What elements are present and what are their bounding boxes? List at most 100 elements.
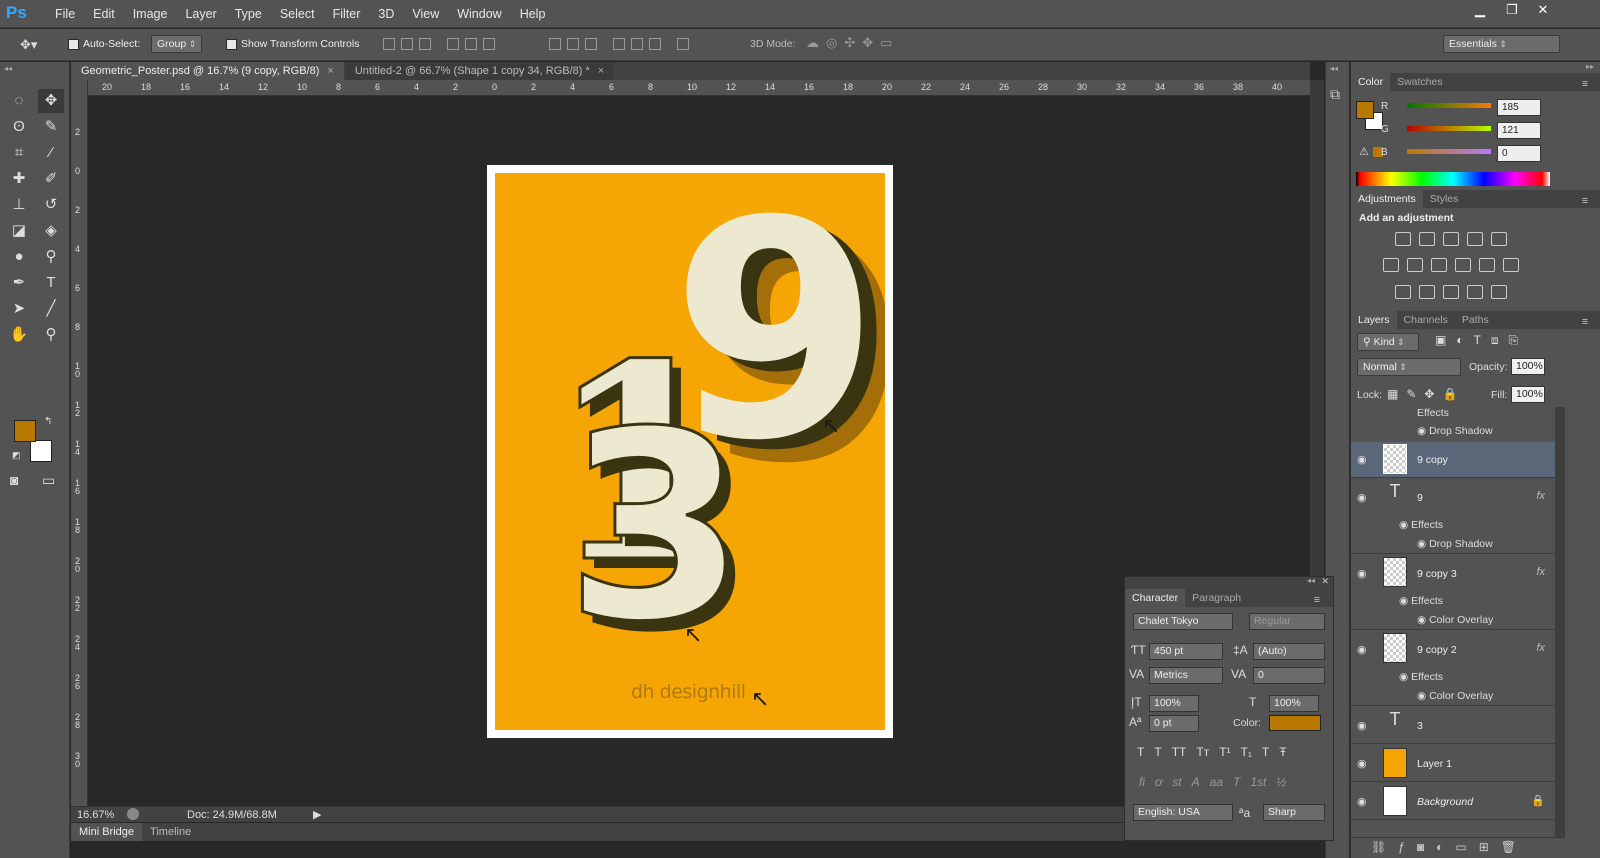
collapse-panels-icon[interactable]: ▸▸ bbox=[1586, 62, 1594, 71]
menu-file[interactable]: File bbox=[46, 0, 84, 28]
align-buttons[interactable] bbox=[380, 38, 498, 53]
layer-name[interactable]: 9 copy 2 bbox=[1417, 644, 1457, 656]
menu-filter[interactable]: Filter bbox=[324, 0, 370, 28]
vertical-scale-field[interactable]: 100% bbox=[1149, 695, 1199, 712]
lock-icons[interactable]: ▦✎✥🔒 bbox=[1387, 387, 1465, 401]
pen-tool-icon[interactable]: ✒ bbox=[6, 271, 32, 295]
menu-select[interactable]: Select bbox=[271, 0, 324, 28]
tab-styles[interactable]: Styles bbox=[1423, 190, 1466, 208]
dodge-tool-icon[interactable]: ⚲ bbox=[38, 245, 64, 269]
swap-colors-icon[interactable]: ↰ bbox=[44, 416, 52, 427]
collapse-toolbar-icon[interactable]: ◂◂ bbox=[4, 64, 12, 73]
menu-view[interactable]: View bbox=[403, 0, 448, 28]
red-value[interactable]: 185 bbox=[1497, 99, 1541, 116]
opentype-buttons[interactable]: ﬁ ơ st Aaa T 1st ½ bbox=[1139, 775, 1286, 789]
visibility-eye-icon[interactable]: ◉ bbox=[1357, 757, 1367, 770]
tab-channels[interactable]: Channels bbox=[1397, 311, 1455, 329]
photo-filter-icon[interactable] bbox=[1455, 258, 1471, 272]
green-value[interactable]: 121 bbox=[1497, 122, 1541, 139]
visibility-eye-icon[interactable]: ◉ bbox=[1357, 643, 1367, 656]
show-transform-checkbox[interactable]: Show Transform Controls bbox=[226, 38, 359, 50]
menu-3d[interactable]: 3D bbox=[369, 0, 403, 28]
top-effect-drop-shadow[interactable]: ◉ Drop Shadow bbox=[1417, 425, 1493, 437]
color-panel-menu-icon[interactable]: ≡ bbox=[1575, 75, 1595, 93]
effects-eye-icon[interactable]: ◉ bbox=[1399, 519, 1411, 531]
workspace-dropdown[interactable]: Essentials bbox=[1443, 35, 1560, 53]
color-balance-icon[interactable] bbox=[1407, 258, 1423, 272]
close-tab-icon[interactable]: × bbox=[327, 65, 333, 77]
tab-character[interactable]: Character bbox=[1125, 589, 1186, 607]
move-tool-preset-icon[interactable]: ✥▾ bbox=[20, 37, 37, 53]
type-style-button[interactable]: T bbox=[1137, 745, 1144, 759]
adjustment-icons-row2[interactable] bbox=[1383, 258, 1525, 272]
layers-footer-icons[interactable]: ⛓ƒ◙◐▭⊞🗑 bbox=[1351, 837, 1565, 857]
opentype-button[interactable]: aa bbox=[1210, 775, 1223, 789]
effects-eye-icon[interactable]: ◉ bbox=[1399, 671, 1411, 683]
layer-9-copy-2[interactable]: ◉ 9 copy 2 fx ◉ Effects ◉ Color Overlay bbox=[1351, 631, 1555, 706]
opentype-button[interactable]: ﬁ bbox=[1139, 775, 1145, 789]
opentype-button[interactable]: A bbox=[1192, 775, 1200, 789]
layer-9-copy-3[interactable]: ◉ 9 copy 3 fx ◉ Effects ◉ Color Overlay bbox=[1351, 555, 1555, 630]
fill-value[interactable]: 100% bbox=[1511, 386, 1545, 403]
status-info-icon[interactable] bbox=[127, 808, 139, 820]
levels-icon[interactable] bbox=[1419, 232, 1435, 246]
layer-filter-icons[interactable]: ▣◐T⧈⎘ bbox=[1435, 333, 1528, 348]
menu-edit[interactable]: Edit bbox=[84, 0, 124, 28]
crop-tool-icon[interactable]: ⌗ bbox=[6, 141, 32, 165]
eraser-tool-icon[interactable]: ◪ bbox=[6, 219, 32, 243]
adjustment-icons-row1[interactable] bbox=[1395, 232, 1513, 246]
red-slider[interactable]: R 185 bbox=[1351, 99, 1600, 119]
blue-slider[interactable]: ⚠ B 0 bbox=[1351, 145, 1600, 165]
effect-eye-icon[interactable]: ◉ bbox=[1417, 690, 1429, 702]
red-bar[interactable] bbox=[1407, 103, 1491, 108]
leading-field[interactable]: (Auto) bbox=[1253, 643, 1325, 660]
tracking-dropdown[interactable]: 0 bbox=[1253, 667, 1325, 684]
menu-image[interactable]: Image bbox=[124, 0, 177, 28]
menu-help[interactable]: Help bbox=[511, 0, 555, 28]
status-menu-arrow-icon[interactable]: ▶ bbox=[313, 808, 321, 821]
effect-eye-icon[interactable]: ◉ bbox=[1417, 614, 1429, 626]
adjustment-icons-row3[interactable] bbox=[1395, 285, 1513, 299]
layer-name[interactable]: 3 bbox=[1417, 720, 1423, 732]
gradient-map-icon[interactable] bbox=[1491, 285, 1507, 299]
screen-mode-icon[interactable]: ▭ bbox=[42, 472, 55, 489]
layer-9-copy[interactable]: ◉ 9 copy bbox=[1351, 442, 1555, 478]
visibility-eye-icon[interactable]: ◉ bbox=[1357, 795, 1367, 808]
paint-bucket-icon[interactable]: ◈ bbox=[38, 219, 64, 243]
collapse-strip-icon[interactable]: ◂◂ bbox=[1330, 64, 1338, 73]
effect-eye-icon[interactable]: ◉ bbox=[1417, 425, 1429, 437]
curves-icon[interactable] bbox=[1443, 232, 1459, 246]
tab-mini-bridge[interactable]: Mini Bridge bbox=[71, 823, 143, 841]
visibility-eye-icon[interactable]: ◉ bbox=[1357, 491, 1367, 504]
auto-select-dropdown[interactable]: Group bbox=[151, 35, 203, 53]
fx-icon[interactable]: fx bbox=[1536, 566, 1545, 578]
layer-3[interactable]: ◉ T 3 bbox=[1351, 707, 1555, 744]
effects-row[interactable]: ◉ Effects bbox=[1399, 595, 1443, 607]
blue-bar[interactable] bbox=[1407, 149, 1491, 154]
type-style-button[interactable]: Ŧ bbox=[1279, 745, 1286, 759]
layer-name[interactable]: 9 bbox=[1417, 492, 1423, 504]
menu-window[interactable]: Window bbox=[448, 0, 510, 28]
type-style-button[interactable]: T₁ bbox=[1241, 745, 1252, 759]
tab-swatches[interactable]: Swatches bbox=[1390, 73, 1450, 91]
brush-tool-icon[interactable]: ✐ bbox=[38, 167, 64, 191]
selective-color-icon[interactable] bbox=[1467, 285, 1483, 299]
quick-select-tool-icon[interactable]: ✎ bbox=[38, 115, 64, 139]
effect-row[interactable]: ◉ Color Overlay bbox=[1417, 690, 1493, 702]
menu-type[interactable]: Type bbox=[226, 0, 271, 28]
posterize-icon[interactable] bbox=[1419, 285, 1435, 299]
visibility-eye-icon[interactable]: ◉ bbox=[1357, 567, 1367, 580]
channel-mixer-icon[interactable] bbox=[1479, 258, 1495, 272]
menu-layer[interactable]: Layer bbox=[176, 0, 225, 28]
type-style-button[interactable]: Tт bbox=[1196, 745, 1209, 759]
zoom-level[interactable]: 16.67% bbox=[77, 809, 114, 821]
color-lookup-icon[interactable] bbox=[1503, 258, 1519, 272]
distribute-buttons[interactable] bbox=[546, 38, 692, 53]
document-tab[interactable]: Untitled-2 @ 66.7% (Shape 1 copy 34, RGB… bbox=[344, 62, 615, 80]
3d-mode-icons[interactable]: ☁◎✣✥▭ bbox=[806, 35, 899, 51]
baseline-shift-field[interactable]: 0 pt bbox=[1149, 715, 1199, 732]
exposure-icon[interactable] bbox=[1467, 232, 1483, 246]
opentype-button[interactable]: 1st bbox=[1250, 775, 1266, 789]
visibility-eye-icon[interactable]: ◉ bbox=[1357, 453, 1367, 466]
effects-row[interactable]: ◉ Effects bbox=[1399, 519, 1443, 531]
